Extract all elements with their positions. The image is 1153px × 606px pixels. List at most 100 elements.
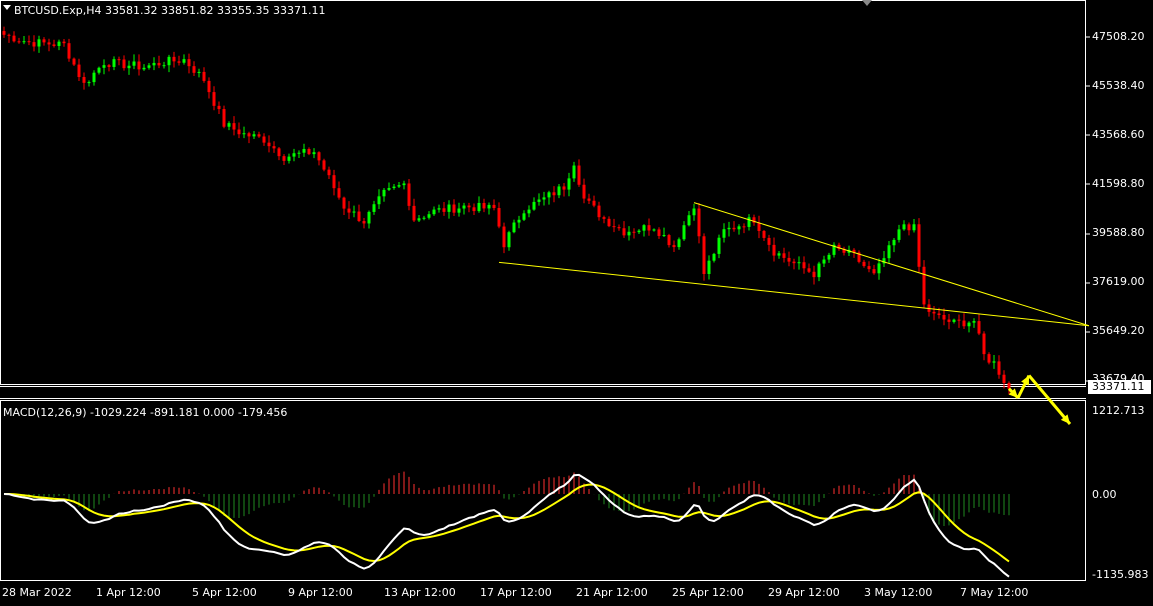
candle-body	[747, 217, 751, 227]
projection-arrows[interactable]	[1007, 374, 1072, 425]
price-label: 35649.20	[1092, 324, 1145, 337]
candle-body	[47, 42, 51, 45]
candle-body	[637, 230, 641, 233]
candle-body	[42, 39, 46, 43]
trendline[interactable]	[498, 261, 1090, 327]
candle-body	[282, 156, 286, 161]
candle-body	[652, 229, 656, 231]
candle-body	[542, 197, 546, 200]
candle-body	[697, 208, 701, 237]
candle-body	[392, 186, 396, 189]
candle-body	[677, 239, 681, 248]
time-label: 13 Apr 12:00	[384, 586, 456, 599]
candle-body	[2, 31, 6, 35]
candle-body	[422, 217, 426, 219]
candle-body	[297, 152, 301, 154]
candle-body	[182, 59, 186, 63]
price-label: 45538.40	[1092, 79, 1145, 92]
chart-canvas[interactable]	[0, 0, 1153, 603]
time-label: 3 May 12:00	[864, 586, 933, 599]
candle-body	[602, 217, 606, 219]
chart-shift-icon[interactable]	[862, 0, 872, 6]
candle-body	[902, 224, 906, 230]
candle-body	[912, 224, 916, 231]
candle-body	[157, 62, 161, 66]
candle-body	[557, 186, 561, 196]
current-price-label: 33371.11	[1088, 380, 1151, 394]
triangle-down-icon[interactable]	[3, 5, 11, 10]
candle-body	[477, 202, 481, 212]
price-label: 47508.20	[1092, 30, 1145, 43]
trendline[interactable]	[693, 202, 1090, 327]
price-axis-ticks	[1086, 36, 1090, 382]
candle-body	[227, 123, 231, 127]
candle-body	[442, 208, 446, 212]
candle-body	[772, 244, 776, 256]
candle-body	[332, 175, 336, 189]
time-label: 5 Apr 12:00	[192, 586, 257, 599]
symbol-info: BTCUSD.Exp,H4 33581.32 33851.82 33355.35…	[14, 4, 326, 17]
macd-axis-label: 0.00	[1092, 488, 1117, 501]
candle-body	[272, 146, 276, 149]
candle-body	[827, 254, 831, 260]
candle-body	[802, 262, 806, 269]
candle-body	[27, 41, 31, 43]
candle-body	[997, 361, 1001, 375]
candle-body	[252, 134, 256, 137]
candle-body	[812, 271, 816, 278]
candle-body	[97, 67, 101, 73]
candle-body	[57, 41, 61, 46]
candle-body	[132, 61, 136, 66]
candle-body	[377, 196, 381, 205]
candle-body	[402, 183, 406, 186]
candle-body	[372, 204, 376, 212]
candle-body	[592, 200, 596, 206]
candle-body	[322, 160, 326, 170]
candle-body	[22, 41, 26, 43]
time-label: 21 Apr 12:00	[576, 586, 648, 599]
candle-body	[922, 266, 926, 305]
candle-body	[217, 105, 221, 110]
candle-body	[892, 239, 896, 246]
candle-body	[202, 71, 206, 81]
time-label: 28 Mar 2022	[2, 586, 72, 599]
candle-body	[667, 235, 671, 246]
candle-body	[352, 211, 356, 213]
candle-body	[347, 208, 351, 213]
candle-body	[897, 229, 901, 240]
candle-body	[687, 215, 691, 226]
candle-body	[577, 165, 581, 185]
candle-body	[32, 42, 36, 47]
candle-body	[342, 197, 346, 209]
candle-body	[482, 202, 486, 209]
projection-arrow-segment	[1027, 374, 1072, 425]
candle-body	[452, 204, 456, 213]
candle-body	[117, 59, 121, 61]
candle-body	[87, 82, 91, 84]
candle-body	[437, 208, 441, 210]
candle-body	[167, 56, 171, 66]
candle-body	[512, 222, 516, 233]
candle-body	[642, 225, 646, 231]
candle-body	[587, 198, 591, 201]
macd-main-line	[3, 473, 1010, 578]
candle-body	[212, 92, 216, 106]
candle-body	[647, 225, 651, 231]
time-label: 7 May 12:00	[960, 586, 1029, 599]
candle-body	[177, 61, 181, 63]
candle-body	[122, 59, 126, 69]
candle-body	[622, 228, 626, 236]
chart-window[interactable]: BTCUSD.Exp,H4 33581.32 33851.82 33355.35…	[0, 0, 1153, 603]
candle-body	[862, 261, 866, 267]
candle-body	[947, 319, 951, 322]
candle-body	[917, 224, 921, 267]
candle-body	[307, 148, 311, 155]
candle-body	[107, 65, 111, 67]
candle-body	[412, 205, 416, 221]
candle-body	[962, 320, 966, 327]
price-label: 39588.80	[1092, 226, 1145, 239]
candle-body	[547, 192, 551, 198]
candle-body	[517, 219, 521, 223]
candle-body	[382, 189, 386, 197]
candle-body	[247, 133, 251, 137]
